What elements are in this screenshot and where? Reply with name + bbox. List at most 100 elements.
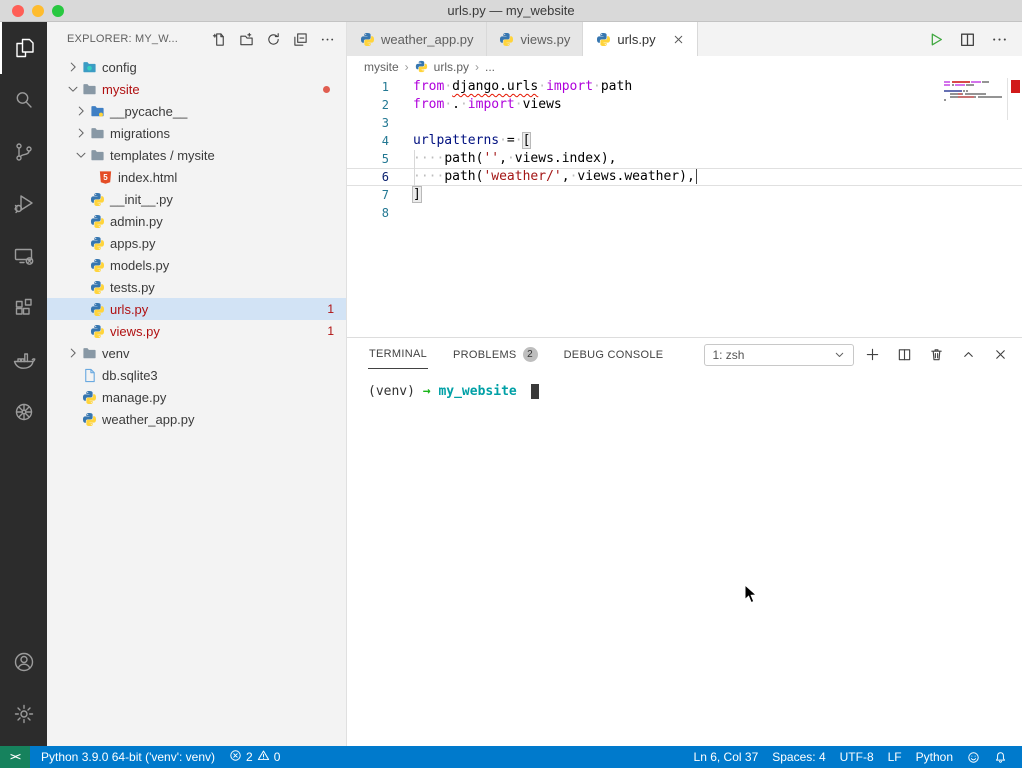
breadcrumb-symbol[interactable]: ... xyxy=(485,60,495,74)
eol-status[interactable]: LF xyxy=(881,746,909,768)
panel-tab-label: TERMINAL xyxy=(369,348,427,360)
tab-weather-app-py[interactable]: weather_app.py xyxy=(347,22,487,56)
tree-item-apps-py[interactable]: apps.py xyxy=(47,232,346,254)
search-icon[interactable] xyxy=(0,74,47,126)
problem-count-badge: 1 xyxy=(327,302,334,316)
tree-item-urls-py[interactable]: urls.py 1 xyxy=(47,298,346,320)
breadcrumb-separator: › xyxy=(405,60,409,74)
bottom-panel: TERMINAL PROBLEMS 2 DEBUG CONSOLE 1: zsh xyxy=(347,337,1022,746)
code-line-8[interactable]: 8 xyxy=(347,204,1022,222)
tree-item--init-py[interactable]: __init__.py xyxy=(47,188,346,210)
new-folder-icon[interactable] xyxy=(237,30,255,48)
kill-terminal-icon[interactable] xyxy=(929,347,944,362)
language-mode-status[interactable]: Python xyxy=(909,746,960,768)
line-content: from·django.urls·import·path xyxy=(389,78,632,96)
tree-item-views-py[interactable]: views.py1 xyxy=(47,320,346,342)
chevron-down-icon[interactable] xyxy=(73,147,89,163)
line-number: 3 xyxy=(347,114,389,132)
line-content: urlpatterns·=·[ xyxy=(389,132,530,150)
tree-item-templates-mysite[interactable]: templates / mysite xyxy=(47,144,346,166)
breadcrumb-mysite[interactable]: mysite xyxy=(364,60,399,74)
chevron-down-icon[interactable] xyxy=(65,81,81,97)
close-tab-icon[interactable] xyxy=(672,33,685,46)
panel-actions xyxy=(865,347,1008,362)
folder-pycache-icon xyxy=(89,103,105,119)
problems-status[interactable]: 2 0 xyxy=(222,746,287,768)
tree-item--pycache-[interactable]: __pycache__ xyxy=(47,100,346,122)
more-actions-icon[interactable] xyxy=(991,31,1008,48)
code-line-1[interactable]: 1from·django.urls·import·path xyxy=(347,78,1022,96)
terminal-output[interactable]: (venv) → my_website xyxy=(347,371,1022,746)
run-and-debug-icon[interactable] xyxy=(0,178,47,230)
tab-terminal[interactable]: TERMINAL xyxy=(368,340,428,369)
minimap[interactable] xyxy=(944,81,1006,105)
explorer-header: EXPLORER: MY_W... xyxy=(47,22,346,56)
more-icon[interactable] xyxy=(318,30,336,48)
chevron-right-icon[interactable] xyxy=(65,345,81,361)
python-interpreter-status[interactable]: Python 3.9.0 64-bit ('venv': venv) xyxy=(34,746,222,768)
tab-problems[interactable]: PROBLEMS 2 xyxy=(452,339,539,370)
tree-item-label: urls.py xyxy=(110,302,148,317)
overview-ruler[interactable] xyxy=(1008,78,1022,337)
source-control-icon[interactable] xyxy=(0,126,47,178)
tree-item-weather-app-py[interactable]: weather_app.py xyxy=(47,408,346,430)
maximize-panel-icon[interactable] xyxy=(961,347,976,362)
tab-views-py[interactable]: views.py xyxy=(487,22,584,56)
window-title: urls.py — my_website xyxy=(0,3,1022,18)
tab-debug-console[interactable]: DEBUG CONSOLE xyxy=(563,341,665,369)
new-terminal-icon[interactable] xyxy=(865,347,880,362)
line-content: ····path('weather/',·views.weather), xyxy=(389,168,697,186)
chevron-right-icon[interactable] xyxy=(65,59,81,75)
split-editor-icon[interactable] xyxy=(959,31,976,48)
new-file-icon[interactable] xyxy=(210,30,228,48)
tree-item-manage-py[interactable]: manage.py xyxy=(47,386,346,408)
accounts-icon[interactable] xyxy=(0,636,47,688)
extensions-icon[interactable] xyxy=(0,282,47,334)
breadcrumb-urls-py[interactable]: urls.py xyxy=(434,60,469,74)
code-line-5[interactable]: 5····path('',·views.index), xyxy=(347,150,1022,168)
remote-explorer-icon[interactable] xyxy=(0,230,47,282)
terminal-cwd: my_website xyxy=(438,384,516,399)
code-line-2[interactable]: 2from·.·import·views xyxy=(347,96,1022,114)
tree-item-migrations[interactable]: migrations xyxy=(47,122,346,144)
tab-urls-py[interactable]: urls.py xyxy=(583,22,697,56)
terminal-shell-select[interactable]: 1: zsh xyxy=(704,344,854,366)
tree-item-mysite[interactable]: mysite xyxy=(47,78,346,100)
indentation-status[interactable]: Spaces: 4 xyxy=(765,746,832,768)
run-python-file-icon[interactable] xyxy=(927,31,944,48)
code-line-7[interactable]: 7] xyxy=(347,186,1022,204)
tree-item-tests-py[interactable]: tests.py xyxy=(47,276,346,298)
tree-item-venv[interactable]: venv xyxy=(47,342,346,364)
collapse-folders-icon[interactable] xyxy=(291,30,309,48)
problem-count-badge: 1 xyxy=(327,324,334,338)
refresh-icon[interactable] xyxy=(264,30,282,48)
close-panel-icon[interactable] xyxy=(993,347,1008,362)
tree-item-admin-py[interactable]: admin.py xyxy=(47,210,346,232)
tree-item-db-sqlite3[interactable]: db.sqlite3 xyxy=(47,364,346,386)
notifications-bell-icon[interactable] xyxy=(987,746,1014,768)
chevron-right-icon[interactable] xyxy=(73,125,89,141)
tree-item-models-py[interactable]: models.py xyxy=(47,254,346,276)
python-file-icon xyxy=(499,31,515,47)
settings-icon[interactable] xyxy=(0,688,47,740)
explorer-icon[interactable] xyxy=(0,22,47,74)
code-line-3[interactable]: 3 xyxy=(347,114,1022,132)
line-content: ····path('',·views.index), xyxy=(389,150,617,168)
tree-item-index-html[interactable]: 5index.html xyxy=(47,166,346,188)
encoding-status[interactable]: UTF-8 xyxy=(833,746,881,768)
docker-icon[interactable] xyxy=(0,334,47,386)
split-terminal-icon[interactable] xyxy=(897,347,912,362)
chevron-right-icon[interactable] xyxy=(73,103,89,119)
feedback-smiley-icon[interactable] xyxy=(960,746,987,768)
remote-indicator[interactable]: >< xyxy=(0,746,30,768)
cursor-position-status[interactable]: Ln 6, Col 37 xyxy=(687,746,766,768)
python-file-icon xyxy=(595,31,611,47)
code-line-6[interactable]: 6····path('weather/',·views.weather), xyxy=(347,168,1022,186)
window-titlebar: urls.py — my_website xyxy=(0,0,1022,22)
python-icon xyxy=(89,323,105,339)
code-editor[interactable]: 1from·django.urls·import·path2from·.·imp… xyxy=(347,78,1022,337)
kubernetes-icon[interactable] xyxy=(0,386,47,438)
tree-item-config[interactable]: config xyxy=(47,56,346,78)
code-line-4[interactable]: 4urlpatterns·=·[ xyxy=(347,132,1022,150)
problems-count-badge: 2 xyxy=(523,347,538,362)
